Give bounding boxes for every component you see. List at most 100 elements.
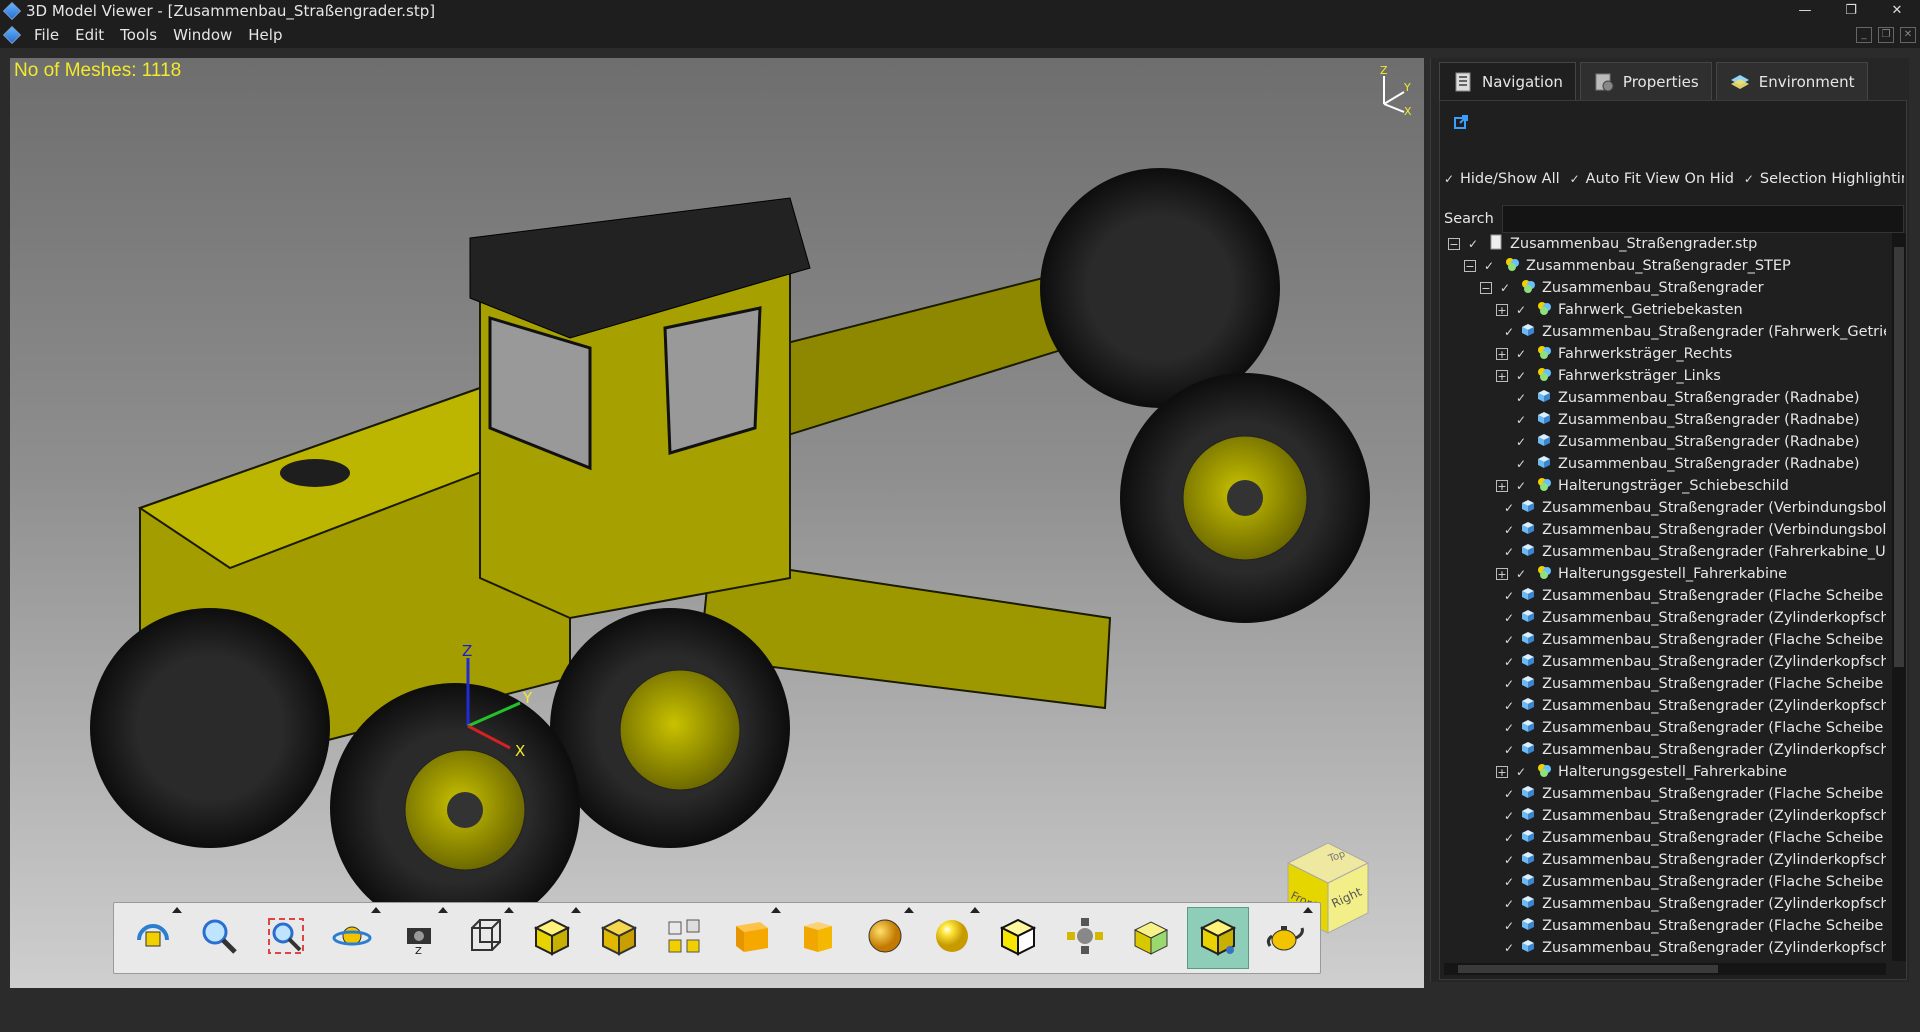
menu-help[interactable]: Help	[240, 22, 290, 48]
wireframe-cube-button[interactable]	[455, 907, 517, 969]
tree-item[interactable]: ✓ Zusammenbau_Straßengrader (Flache Schei…	[1444, 585, 1886, 607]
visibility-check-icon[interactable]: ✓	[1504, 501, 1514, 515]
tree-item[interactable]: + ✓ Fahrwerk_Getriebekasten	[1444, 299, 1886, 321]
visibility-check-icon[interactable]: ✓	[1516, 413, 1530, 427]
visibility-check-icon[interactable]: ✓	[1516, 567, 1530, 581]
tree-item[interactable]: ✓ Zusammenbau_Straßengrader (Flache Schei…	[1444, 629, 1886, 651]
doc-minimize-icon[interactable]: _	[1856, 27, 1872, 43]
visibility-check-icon[interactable]: ✓	[1504, 787, 1514, 801]
tab-environment[interactable]: Environment	[1715, 62, 1868, 101]
tree-item[interactable]: ✓ Zusammenbau_Straßengrader (Flache Schei…	[1444, 915, 1886, 937]
tree-item[interactable]: ✓ Zusammenbau_Straßengrader (Radnabe)	[1444, 453, 1886, 475]
collapse-icon[interactable]: −	[1464, 260, 1476, 272]
tree-item[interactable]: + ✓ Fahrwerksträger_Rechts	[1444, 343, 1886, 365]
expand-icon[interactable]: +	[1496, 304, 1508, 316]
menu-tools[interactable]: Tools	[112, 22, 165, 48]
collapse-icon[interactable]: −	[1448, 238, 1460, 250]
visibility-check-icon[interactable]: ✓	[1484, 259, 1498, 273]
visibility-check-icon[interactable]: ✓	[1504, 875, 1514, 889]
expand-icon[interactable]: +	[1496, 370, 1508, 382]
close-icon[interactable]: ✕	[1874, 0, 1920, 22]
tree-item[interactable]: ✓ Zusammenbau_Straßengrader (Zylinderkopf…	[1444, 607, 1886, 629]
tree-item[interactable]: + ✓ Fahrwerksträger_Links	[1444, 365, 1886, 387]
visibility-check-icon[interactable]: ✓	[1504, 743, 1514, 757]
visibility-check-icon[interactable]: ✓	[1504, 941, 1514, 955]
tree-item[interactable]: ✓ Zusammenbau_Straßengrader (Zylinderkopf…	[1444, 695, 1886, 717]
zoom-button[interactable]	[189, 907, 251, 969]
model-tree[interactable]: − ✓ Zusammenbau_Straßengrader.stp − ✓ Zusamme…	[1444, 233, 1886, 961]
tree-item[interactable]: ✓ Zusammenbau_Straßengrader (Flache Schei…	[1444, 673, 1886, 695]
explode-model-button[interactable]	[1054, 907, 1116, 969]
restore-icon[interactable]: ❐	[1828, 0, 1874, 22]
visibility-check-icon[interactable]: ✓	[1516, 369, 1530, 383]
doc-close-icon[interactable]: ✕	[1900, 27, 1916, 43]
selection-highlighting-checkbox[interactable]: ✓ Selection Highlightin	[1744, 171, 1904, 187]
visibility-check-icon[interactable]: ✓	[1468, 237, 1482, 251]
auto-fit-view-checkbox[interactable]: ✓ Auto Fit View On Hid	[1570, 171, 1734, 187]
external-link-icon[interactable]	[1454, 115, 1468, 129]
visibility-check-icon[interactable]: ✓	[1504, 611, 1514, 625]
tree-item[interactable]: − ✓ Zusammenbau_Straßengrader.stp	[1444, 233, 1886, 255]
dropdown-arrow-icon[interactable]	[770, 907, 781, 913]
dropdown-arrow-icon[interactable]	[504, 907, 515, 913]
tab-properties[interactable]: Properties	[1579, 62, 1712, 101]
tree-item[interactable]: ✓ Zusammenbau_Straßengrader (Verbindungsb…	[1444, 497, 1886, 519]
hide-show-all-checkbox[interactable]: ✓ Hide/Show All	[1444, 171, 1560, 187]
tree-item[interactable]: ✓ Zusammenbau_Straßengrader (Fahrwerk_Get…	[1444, 321, 1886, 343]
tree-item[interactable]: ✓ Zusammenbau_Straßengrader (Zylinderkopf…	[1444, 651, 1886, 673]
tree-item[interactable]: ✓ Zusammenbau_Straßengrader (Zylinderkopf…	[1444, 849, 1886, 871]
tree-item[interactable]: ✓ Zusammenbau_Straßengrader (Flache Schei…	[1444, 871, 1886, 893]
scroll-thumb[interactable]	[1894, 247, 1904, 667]
orbit-button[interactable]	[322, 907, 384, 969]
outline-cube-button[interactable]	[987, 907, 1049, 969]
teapot-button[interactable]	[1254, 907, 1316, 969]
menu-edit[interactable]: Edit	[67, 22, 112, 48]
glossy-sphere-button[interactable]	[921, 907, 983, 969]
rotate-button[interactable]	[122, 907, 184, 969]
tree-item[interactable]: ✓ Zusammenbau_Straßengrader (Zylinderkopf…	[1444, 937, 1886, 959]
tree-item[interactable]: ✓ Zusammenbau_Straßengrader (Zylinderkopf…	[1444, 893, 1886, 915]
visibility-check-icon[interactable]: ✓	[1504, 677, 1514, 691]
visibility-check-icon[interactable]: ✓	[1504, 633, 1514, 647]
search-input[interactable]	[1501, 205, 1904, 233]
visibility-check-icon[interactable]: ✓	[1516, 479, 1530, 493]
visibility-check-icon[interactable]: ✓	[1504, 897, 1514, 911]
dropdown-arrow-icon[interactable]	[970, 907, 981, 913]
expand-icon[interactable]: +	[1496, 568, 1508, 580]
tree-item[interactable]: ✓ Zusammenbau_Straßengrader (Radnabe)	[1444, 387, 1886, 409]
visibility-check-icon[interactable]: ✓	[1516, 391, 1530, 405]
visibility-check-icon[interactable]: ✓	[1504, 831, 1514, 845]
visibility-check-icon[interactable]: ✓	[1504, 589, 1514, 603]
3d-viewport[interactable]: No of Meshes: 1118 Z Y X Z Y X Top Front…	[10, 58, 1424, 988]
tree-item[interactable]: ✓ Zusammenbau_Straßengrader (Verbindungsb…	[1444, 519, 1886, 541]
dropdown-arrow-icon[interactable]	[371, 907, 382, 913]
visibility-check-icon[interactable]: ✓	[1516, 347, 1530, 361]
tree-item[interactable]: + ✓ Halterungsgestell_Fahrerkabine	[1444, 761, 1886, 783]
tree-vertical-scrollbar[interactable]	[1892, 233, 1906, 961]
tree-item[interactable]: + ✓ Halterungsträger_Schiebeschild	[1444, 475, 1886, 497]
tree-item[interactable]: ✓ Zusammenbau_Straßengrader (Flache Schei…	[1444, 783, 1886, 805]
visibility-check-icon[interactable]: ✓	[1504, 809, 1514, 823]
visibility-check-icon[interactable]: ✓	[1504, 699, 1514, 713]
scroll-thumb[interactable]	[1458, 965, 1718, 973]
tree-item[interactable]: ✓ Zusammenbau_Straßengrader (Flache Schei…	[1444, 717, 1886, 739]
zoom-fit-button[interactable]	[255, 907, 317, 969]
visibility-check-icon[interactable]: ✓	[1516, 457, 1530, 471]
tree-item[interactable]: − ✓ Zusammenbau_Straßengrader	[1444, 277, 1886, 299]
expand-icon[interactable]: +	[1496, 480, 1508, 492]
shaded-edges-cube-button[interactable]	[588, 907, 650, 969]
dropdown-arrow-icon[interactable]	[1303, 907, 1314, 913]
tree-item[interactable]: + ✓ Halterungsgestell_Fahrerkabine	[1444, 563, 1886, 585]
dropdown-arrow-icon[interactable]	[570, 907, 581, 913]
visibility-check-icon[interactable]: ✓	[1504, 853, 1514, 867]
doc-restore-icon[interactable]: ❐	[1878, 27, 1894, 43]
visibility-check-icon[interactable]: ✓	[1516, 765, 1530, 779]
tree-item[interactable]: ✓ Zusammenbau_Straßengrader (Flache Schei…	[1444, 827, 1886, 849]
tree-item[interactable]: ✓ Zusammenbau_Straßengrader (Zylinderkopf…	[1444, 739, 1886, 761]
open-box-button[interactable]	[788, 907, 850, 969]
visibility-check-icon[interactable]: ✓	[1504, 325, 1514, 339]
visibility-check-icon[interactable]: ✓	[1504, 919, 1514, 933]
visibility-check-icon[interactable]: ✓	[1504, 721, 1514, 735]
dropdown-arrow-icon[interactable]	[437, 907, 448, 913]
tree-item[interactable]: ✓ Zusammenbau_Straßengrader (Zylinderkopf…	[1444, 805, 1886, 827]
